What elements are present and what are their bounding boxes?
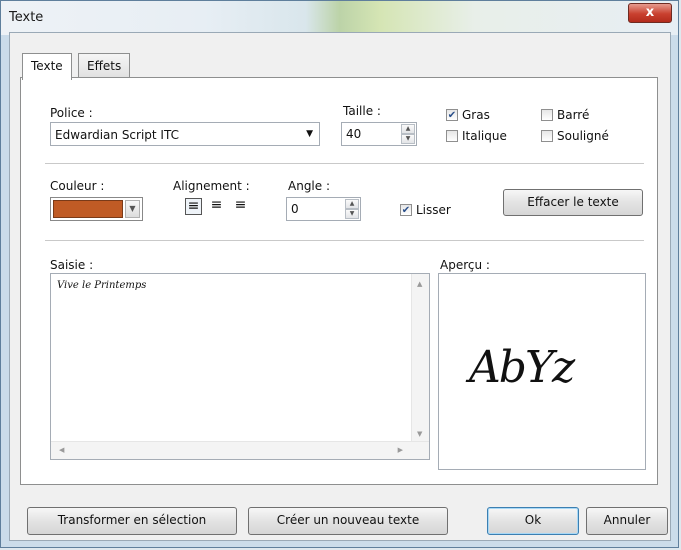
scroll-right-icon[interactable]: ▶ [398, 446, 403, 454]
italic-checkbox[interactable]: Italique [446, 129, 507, 143]
bold-label: Gras [462, 108, 490, 122]
text-input-area[interactable]: Vive le Printemps ▲ ▼ ◀ ▶ [50, 273, 430, 460]
chevron-down-icon: ▼ [306, 129, 313, 139]
angle-value: 0 [291, 202, 299, 216]
transform-to-selection-button[interactable]: Transformer en sélection [27, 507, 237, 535]
checkmark-icon: ✔ [400, 204, 412, 216]
angle-stepper[interactable]: 0 ▲ ▼ [286, 197, 361, 221]
preview-label: Aperçu : [440, 258, 490, 272]
color-picker[interactable]: ▼ [50, 197, 143, 221]
smooth-checkbox[interactable]: ✔ Lisser [400, 203, 451, 217]
underline-label: Souligné [557, 129, 609, 143]
underline-checkbox[interactable]: Souligné [541, 129, 609, 143]
color-fill [53, 200, 123, 218]
bold-checkbox[interactable]: ✔ Gras [446, 108, 490, 122]
clear-text-button[interactable]: Effacer le texte [503, 189, 643, 216]
preview-sample-text: AbYz [469, 342, 575, 393]
font-select[interactable]: Edwardian Script ITC ▼ [50, 122, 320, 146]
strikethrough-checkbox[interactable]: Barré [541, 108, 589, 122]
align-right-icon[interactable]: ≡ [232, 198, 249, 215]
spin-down-icon[interactable]: ▼ [345, 209, 359, 219]
align-center-icon[interactable]: ≡ [208, 198, 225, 215]
vertical-scrollbar[interactable]: ▲ ▼ [411, 274, 429, 444]
tab-effets[interactable]: Effets [78, 53, 131, 77]
preview-area: AbYz [438, 273, 646, 470]
close-button[interactable]: x [628, 3, 672, 23]
ok-button[interactable]: Ok [487, 507, 579, 535]
spin-down-icon[interactable]: ▼ [401, 134, 415, 144]
input-label: Saisie : [50, 258, 94, 272]
smooth-label: Lisser [416, 203, 451, 217]
title-bar[interactable]: Texte x [1, 1, 678, 35]
scroll-down-icon[interactable]: ▼ [417, 430, 422, 438]
size-stepper[interactable]: 40 ▲ ▼ [341, 122, 417, 146]
font-label: Police : [50, 106, 93, 120]
size-label: Taille : [343, 104, 381, 118]
horizontal-scrollbar[interactable]: ◀ ▶ [51, 441, 429, 459]
text-input-content: Vive le Printemps [57, 280, 147, 291]
separator [45, 240, 644, 241]
italic-label: Italique [462, 129, 507, 143]
scroll-left-icon[interactable]: ◀ [59, 446, 64, 454]
color-label: Couleur : [50, 179, 105, 193]
scroll-up-icon[interactable]: ▲ [417, 280, 422, 288]
spin-up-icon[interactable]: ▲ [345, 199, 359, 209]
size-value: 40 [346, 127, 362, 141]
create-new-text-button[interactable]: Créer un nouveau texte [248, 507, 448, 535]
chevron-down-icon[interactable]: ▼ [125, 200, 140, 218]
spin-up-icon[interactable]: ▲ [401, 124, 415, 134]
align-left-icon[interactable]: ≡ [185, 198, 202, 215]
cancel-button[interactable]: Annuler [586, 507, 668, 535]
strikethrough-label: Barré [557, 108, 590, 122]
checkbox-empty [541, 130, 553, 142]
checkmark-icon: ✔ [446, 109, 458, 121]
separator [45, 163, 644, 164]
alignment-label: Alignement : [173, 179, 250, 193]
checkbox-empty [541, 109, 553, 121]
tab-texte[interactable]: Texte [22, 53, 72, 80]
checkbox-empty [446, 130, 458, 142]
window-title: Texte [9, 10, 44, 25]
angle-label: Angle : [288, 179, 331, 193]
font-select-value: Edwardian Script ITC [55, 128, 179, 142]
